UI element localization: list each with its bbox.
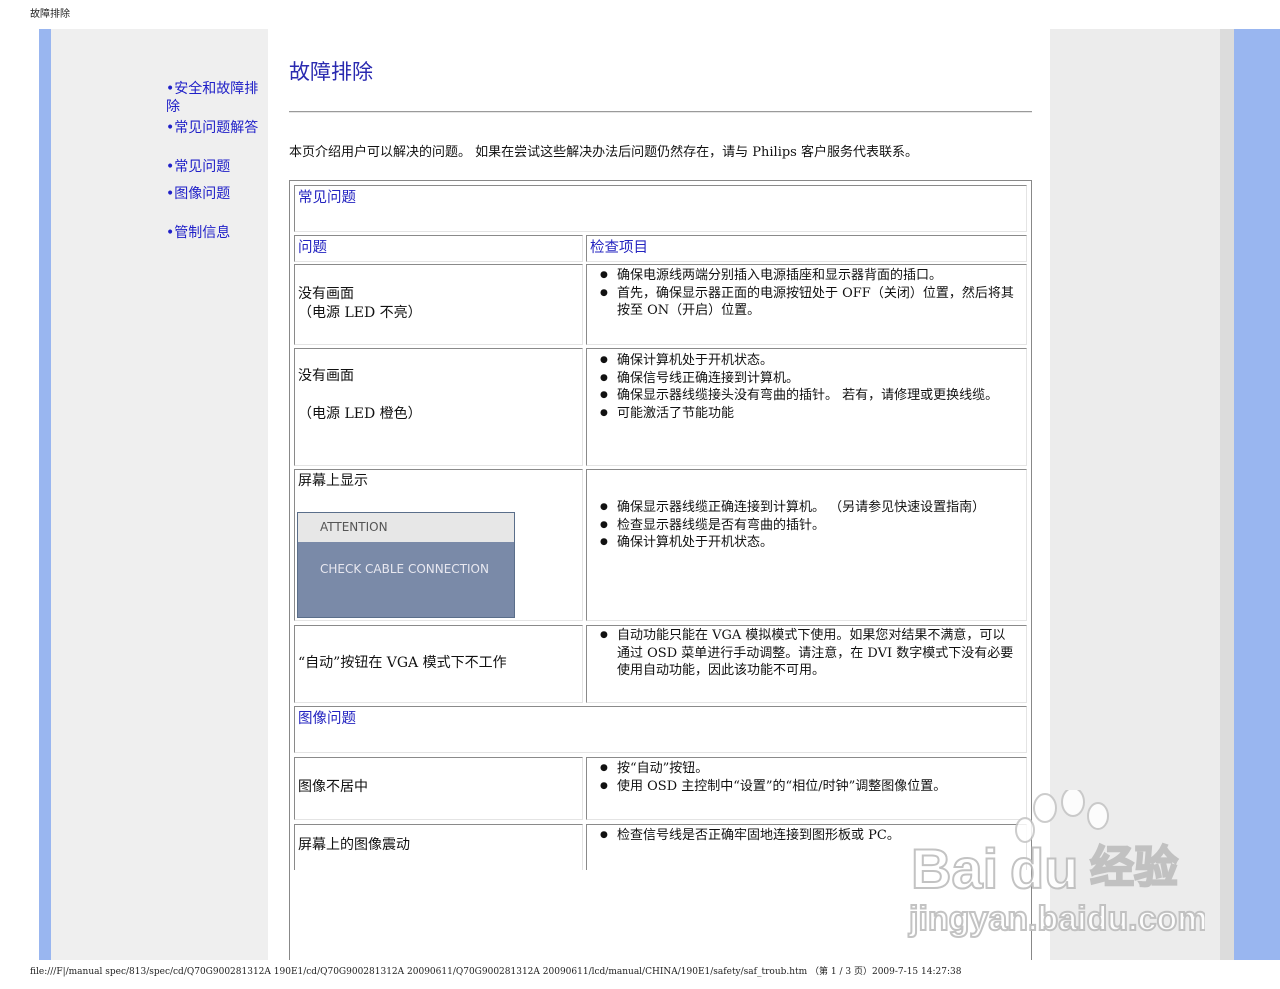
list-item: 确保计算机处于开机状态。 xyxy=(600,534,1016,552)
list-item: 自动功能只能在 VGA 模拟模式下使用。如果您对结果不满意，可以通过 OSD 菜… xyxy=(600,627,1016,680)
watermark-url: jingyan.baidu.com xyxy=(908,900,1205,938)
table-row-problem: 屏幕上显示 ATTENTION CHECK CABLE CONNECTION xyxy=(294,469,583,621)
table-row-problem: “自动”按钮在 VGA 模式下不工作 xyxy=(294,625,583,703)
table-row-problem: 没有画面 （电源 LED 不亮） xyxy=(294,264,583,345)
problem-text: “自动”按钮在 VGA 模式下不工作 xyxy=(298,655,507,671)
nav-link-regulatory-info[interactable]: •管制信息 xyxy=(166,224,230,242)
list-item: 可能激活了节能功能 xyxy=(600,405,1016,423)
table-row-checks: 自动功能只能在 VGA 模拟模式下使用。如果您对结果不满意，可以通过 OSD 菜… xyxy=(586,625,1027,703)
list-item: 确保显示器线缆接头没有弯曲的插针。 若有，请修理或更换线缆。 xyxy=(600,387,1016,405)
attention-title: ATTENTION xyxy=(298,513,514,542)
table-row-problem: 屏幕上的图像震动 xyxy=(294,824,583,870)
problem-text: 没有画面 xyxy=(298,368,354,384)
nav-pane xyxy=(51,29,268,960)
table-row-checks: 确保计算机处于开机状态。 确保信号线正确连接到计算机。 确保显示器线缆接头没有弯… xyxy=(586,348,1027,466)
check-list: 确保显示器线缆正确连接到计算机。 （另请参见快速设置指南） 检查显示器线缆是否有… xyxy=(600,499,1016,552)
section-header-image: 图像问题 xyxy=(294,706,1027,753)
page-title: 故障排除 xyxy=(289,60,373,84)
list-item: 确保信号线正确连接到计算机。 xyxy=(600,370,1016,388)
section-title-common: 常见问题 xyxy=(298,190,356,206)
watermark-brand: Bai xyxy=(911,837,998,900)
nav-link-common-problems[interactable]: •常见问题 xyxy=(166,158,230,176)
right-accent-bar xyxy=(1234,29,1280,960)
print-header: 故障排除 xyxy=(30,9,70,20)
nav-link-image-problems[interactable]: •图像问题 xyxy=(166,185,230,203)
title-divider xyxy=(289,111,1032,113)
column-header-check: 检查项目 xyxy=(586,235,1027,262)
nav-link-safety-troubleshooting[interactable]: •安全和故障排除 xyxy=(166,80,262,116)
list-item: 确保计算机处于开机状态。 xyxy=(600,352,1016,370)
problem-text-detail: （电源 LED 不亮） xyxy=(298,305,422,321)
section-title-image: 图像问题 xyxy=(298,711,356,727)
left-accent-bar xyxy=(39,29,51,960)
watermark-cn: 经验 xyxy=(1090,843,1178,892)
check-list: 确保计算机处于开机状态。 确保信号线正确连接到计算机。 确保显示器线缆接头没有弯… xyxy=(600,352,1016,423)
watermark-brand-du: du xyxy=(1010,837,1078,900)
list-item: 首先，确保显示器正面的电源按钮处于 OFF（关闭）位置，然后将其按至 ON（开启… xyxy=(600,285,1016,320)
column-header-problem-label: 问题 xyxy=(298,240,327,256)
table-row-checks: 确保电源线两端分别插入电源插座和显示器背面的插口。 首先，确保显示器正面的电源按… xyxy=(586,264,1027,345)
problem-text: 屏幕上的图像震动 xyxy=(298,837,410,853)
nav-link-faq[interactable]: •常见问题解答 xyxy=(166,119,258,137)
check-list: 自动功能只能在 VGA 模拟模式下使用。如果您对结果不满意，可以通过 OSD 菜… xyxy=(600,627,1016,680)
list-item: 确保电源线两端分别插入电源插座和显示器背面的插口。 xyxy=(600,267,1016,285)
paw-icon xyxy=(1015,790,1109,843)
column-header-check-label: 检查项目 xyxy=(590,240,648,256)
baidu-jingyan-watermark: Bai du 经验 jingyan.baidu.com xyxy=(907,790,1205,939)
table-row-problem: 图像不居中 xyxy=(294,757,583,820)
right-margin-divider xyxy=(1220,29,1234,960)
problem-text: 图像不居中 xyxy=(298,779,368,795)
problem-text: 没有画面 xyxy=(298,286,354,302)
print-footer: file:///F|/manual spec/813/spec/cd/Q70G9… xyxy=(30,967,962,977)
section-header-common: 常见问题 xyxy=(294,185,1027,232)
table-row-problem: 没有画面 （电源 LED 橙色） xyxy=(294,348,583,466)
list-item: 检查显示器线缆是否有弯曲的插针。 xyxy=(600,517,1016,535)
list-item: 确保显示器线缆正确连接到计算机。 （另请参见快速设置指南） xyxy=(600,499,1016,517)
column-header-problem: 问题 xyxy=(294,235,583,262)
attention-message-box: ATTENTION CHECK CABLE CONNECTION xyxy=(297,512,515,618)
table-row-checks: 确保显示器线缆正确连接到计算机。 （另请参见快速设置指南） 检查显示器线缆是否有… xyxy=(586,469,1027,621)
attention-message: CHECK CABLE CONNECTION xyxy=(298,542,514,617)
problem-text: 屏幕上显示 xyxy=(298,473,368,489)
list-item: 按“自动”按钮。 xyxy=(600,760,1016,778)
problem-text-detail: （电源 LED 橙色） xyxy=(298,406,422,422)
intro-text: 本页介绍用户可以解决的问题。 如果在尝试这些解决办法后问题仍然存在，请与 Phi… xyxy=(289,145,918,160)
check-list: 确保电源线两端分别插入电源插座和显示器背面的插口。 首先，确保显示器正面的电源按… xyxy=(600,267,1016,320)
